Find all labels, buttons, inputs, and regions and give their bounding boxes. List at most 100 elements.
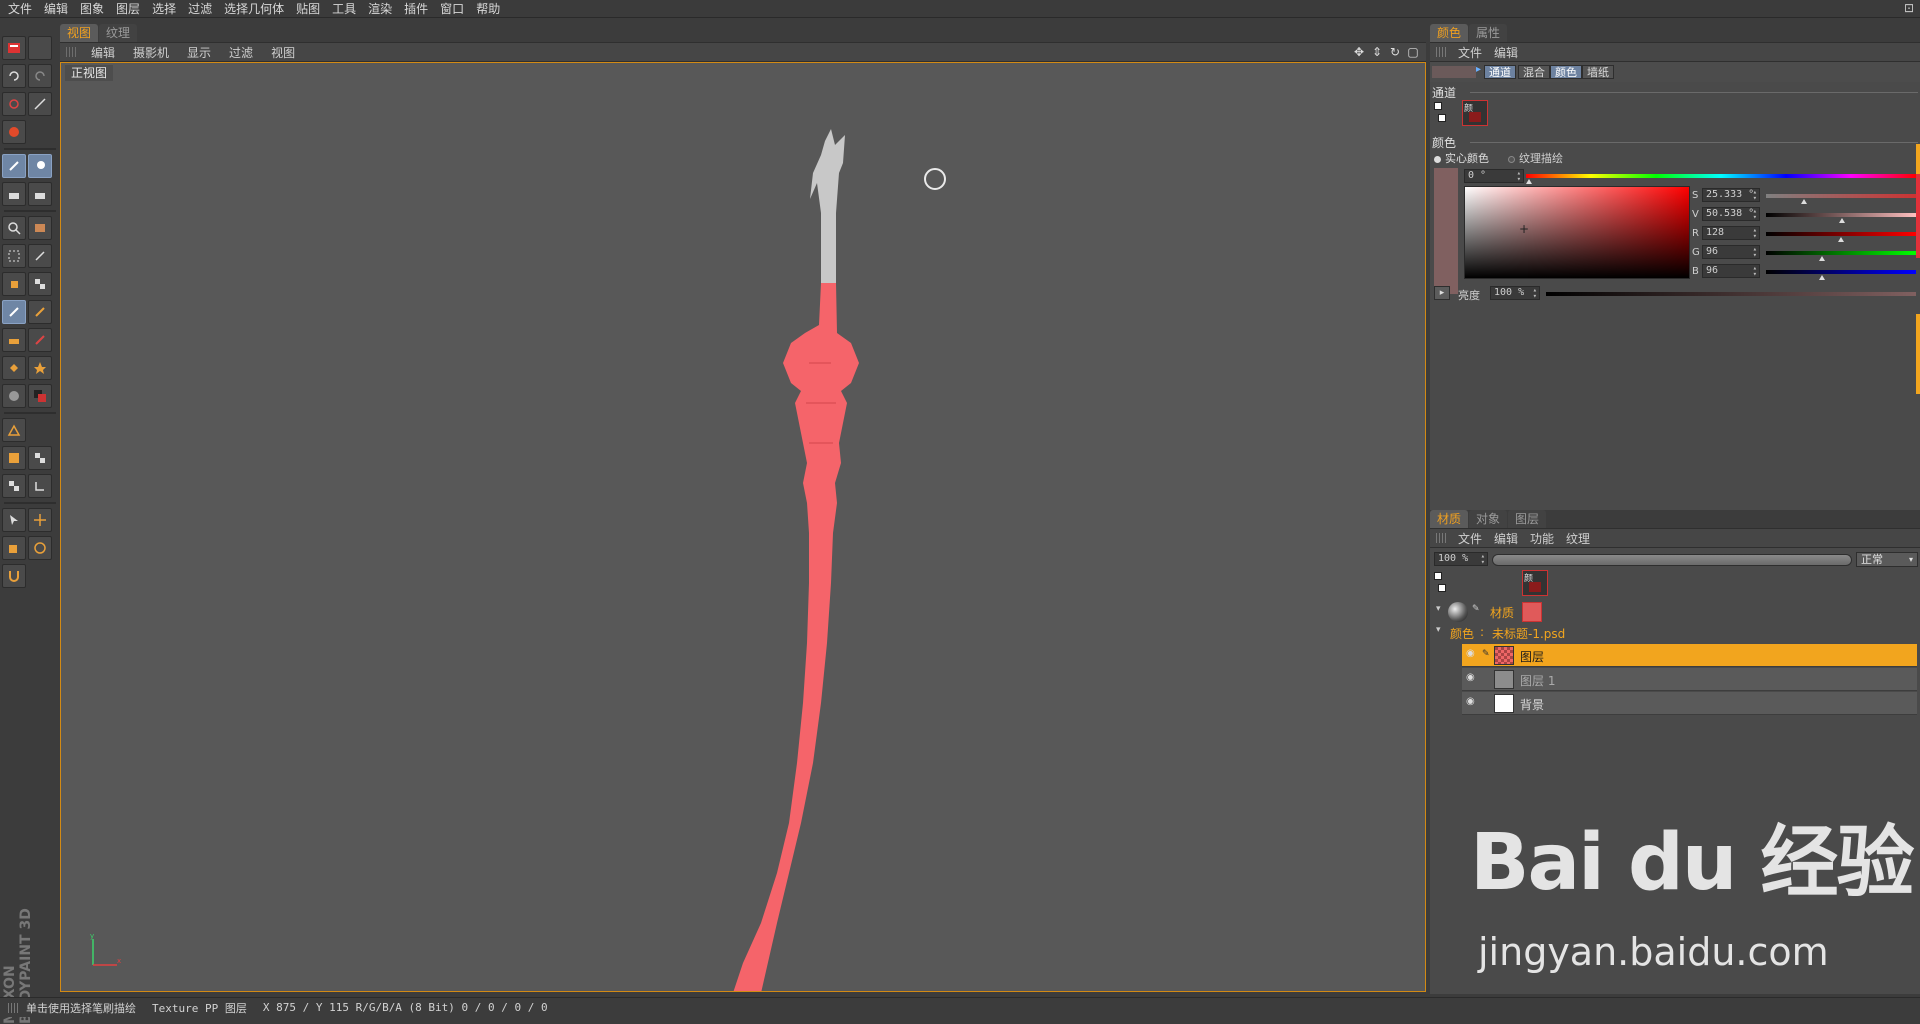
move-icon[interactable] (28, 508, 52, 532)
brightness-field[interactable]: 100 % ▴ ▾ (1490, 286, 1540, 300)
channel-swatch-icon[interactable] (1434, 102, 1448, 128)
s-slider-knob[interactable] (1800, 199, 1807, 204)
mat-menu-edit[interactable]: 编辑 (1488, 530, 1524, 547)
render-sphere-icon[interactable] (2, 120, 26, 144)
transform-icon[interactable] (2, 272, 26, 296)
grip-icon[interactable] (1436, 533, 1446, 543)
tab-view[interactable]: 视图 (60, 24, 99, 42)
rect-select-icon[interactable] (2, 244, 26, 268)
brightness-slider[interactable] (1546, 292, 1916, 296)
tab-attributes[interactable]: 属性 (1469, 24, 1508, 42)
s-slider[interactable] (1766, 194, 1916, 198)
layer-row[interactable]: ◉ 图层 1 (1462, 668, 1917, 691)
blank-tool-icon[interactable] (28, 36, 52, 60)
grip-icon[interactable] (1436, 47, 1446, 57)
layout-icon[interactable] (2, 36, 26, 60)
r-slider[interactable] (1766, 232, 1916, 236)
menu-render[interactable]: 渲染 (362, 0, 398, 18)
uv-points-icon[interactable] (2, 446, 26, 470)
uv-edit-icon[interactable] (2, 418, 26, 442)
g-slider-knob[interactable] (1819, 256, 1826, 261)
tab-materials[interactable]: 材质 (1430, 510, 1469, 528)
mode-tab-color[interactable]: 颜色 (1550, 65, 1582, 79)
s-field[interactable]: 25.333 ° ▴ ▾ (1702, 188, 1760, 202)
tab-color[interactable]: 颜色 (1430, 24, 1469, 42)
v-field[interactable]: 50.538 ° ▴ ▾ (1702, 207, 1760, 221)
dolly-icon[interactable]: ⇕ (1370, 45, 1384, 59)
redo-icon[interactable] (28, 64, 52, 88)
mat-menu-functions[interactable]: 功能 (1524, 530, 1560, 547)
vp-menu-view[interactable]: 视图 (262, 44, 304, 61)
b-slider[interactable] (1766, 270, 1916, 274)
b-field[interactable]: 96 ▴ ▾ (1702, 264, 1760, 278)
mat-menu-texture[interactable]: 纹理 (1560, 530, 1596, 547)
sv-picker[interactable]: + (1464, 186, 1690, 279)
expand-arrow-icon[interactable]: ▸ (1434, 286, 1450, 300)
menu-layer[interactable]: 图层 (110, 0, 146, 18)
lasso-undo-icon[interactable] (2, 92, 26, 116)
menu-window[interactable]: 窗口 (434, 0, 470, 18)
material-swatch-icon[interactable] (1434, 572, 1448, 598)
vp-menu-edit[interactable]: 编辑 (82, 44, 124, 61)
tab-texture[interactable]: 纹理 (99, 24, 138, 42)
menu-tools[interactable]: 工具 (326, 0, 362, 18)
brush-icon[interactable] (2, 300, 26, 324)
solid-color-radio[interactable]: 实心颜色 (1434, 150, 1489, 166)
airbrush-icon[interactable] (28, 300, 52, 324)
eye-icon[interactable]: ◉ (1466, 697, 1478, 707)
wand-icon[interactable] (28, 92, 52, 116)
expand-toggle-icon[interactable]: ▾ (1436, 625, 1441, 635)
layer-row[interactable]: ◉ 背景 (1462, 692, 1917, 715)
layer-row[interactable]: ◉ ✎ 图层 (1462, 644, 1917, 667)
viewport[interactable]: 正视图 y x (60, 62, 1426, 992)
pencil-icon[interactable]: ✎ (1472, 604, 1480, 614)
mode-tab-channel[interactable]: 通道 (1484, 65, 1516, 79)
menu-filter[interactable]: 过滤 (182, 0, 218, 18)
tab-objects[interactable]: 对象 (1469, 510, 1508, 528)
eye-icon[interactable]: ◉ (1466, 649, 1478, 659)
channel-file-row[interactable]: ▾ 颜色 : 未标题-1.psd (1430, 624, 1920, 641)
mat-menu-file[interactable]: 文件 (1452, 530, 1488, 547)
hue-slider-knob[interactable] (1526, 179, 1532, 184)
uv-polygons-icon[interactable] (28, 446, 52, 470)
expand-toggle-icon[interactable]: ▾ (1436, 604, 1441, 614)
current-color-swatch[interactable] (1434, 168, 1458, 294)
orbit-icon[interactable]: ↻ (1388, 45, 1402, 59)
rotate-icon[interactable] (28, 536, 52, 560)
uv-transform-icon[interactable] (28, 474, 52, 498)
image-tool-icon[interactable] (28, 216, 52, 240)
menu-edit[interactable]: 编辑 (38, 0, 74, 18)
vp-menu-filter[interactable]: 过滤 (220, 44, 262, 61)
r-slider-knob[interactable] (1838, 237, 1845, 242)
paint-mode-1-icon[interactable] (2, 182, 26, 206)
menu-texture[interactable]: 贴图 (290, 0, 326, 18)
v-slider-knob[interactable] (1838, 218, 1845, 223)
window-close-icon[interactable]: ⊡ (1902, 1, 1916, 15)
scale-icon[interactable] (2, 536, 26, 560)
menu-help[interactable]: 帮助 (470, 0, 506, 18)
clone-icon[interactable] (2, 384, 26, 408)
blend-mode-select[interactable]: 正常 ▾ (1856, 552, 1918, 567)
color-swatch-icon[interactable] (28, 384, 52, 408)
color-menu-edit[interactable]: 编辑 (1488, 44, 1524, 61)
paint-mode-2-icon[interactable] (28, 182, 52, 206)
magic-select-icon[interactable] (28, 244, 52, 268)
paint-setup-icon[interactable] (28, 154, 52, 178)
menu-file[interactable]: 文件 (2, 0, 38, 18)
material-texture-thumb[interactable] (1522, 602, 1542, 622)
opacity-slider[interactable] (1492, 554, 1852, 566)
star-shape-icon[interactable] (28, 356, 52, 380)
mode-tab-wallpaper[interactable]: 墙纸 (1582, 65, 1614, 79)
b-slider-knob[interactable] (1819, 275, 1826, 280)
menu-plugins[interactable]: 插件 (398, 0, 434, 18)
magnify-icon[interactable] (2, 216, 26, 240)
texture-paint-radio[interactable]: 纹理描绘 (1508, 150, 1563, 166)
paint-3d-icon[interactable] (2, 154, 26, 178)
vp-menu-camera[interactable]: 摄影机 (124, 44, 178, 61)
pan-icon[interactable]: ✥ (1352, 45, 1366, 59)
uv-mesh-icon[interactable] (2, 474, 26, 498)
checker-icon[interactable] (28, 272, 52, 296)
magnet-icon[interactable] (2, 564, 26, 588)
tab-layers[interactable]: 图层 (1508, 510, 1547, 528)
eye-icon[interactable]: ◉ (1466, 673, 1478, 683)
